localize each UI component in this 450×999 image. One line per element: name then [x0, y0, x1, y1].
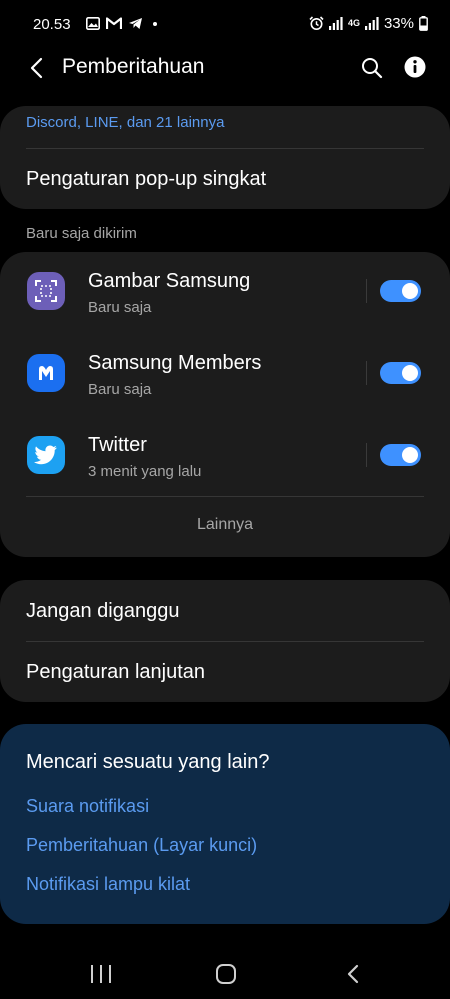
- app-bar: Pemberitahuan: [0, 50, 450, 88]
- twitter-toggle[interactable]: [380, 444, 421, 466]
- gmail-icon: [106, 17, 122, 29]
- recents-button[interactable]: [91, 965, 111, 983]
- app-name: Samsung Members: [88, 352, 262, 374]
- divider: [26, 148, 424, 149]
- more-notifications-dot: [153, 21, 157, 26]
- app-time: Baru saja: [88, 381, 152, 398]
- popup-settings-item[interactable]: Pengaturan pop-up singkat: [26, 168, 266, 191]
- divider: [366, 279, 367, 303]
- advanced-settings-item[interactable]: Pengaturan lanjutan: [26, 661, 205, 684]
- divider: [26, 496, 424, 497]
- app-notifications-summary: Discord, LINE, dan 21 lainnya: [26, 114, 225, 131]
- recent-apps-card: Gambar Samsung Baru saja Samsung Members…: [0, 252, 450, 557]
- suggestions-title: Mencari sesuatu yang lain?: [26, 751, 270, 773]
- toggle-knob: [402, 283, 418, 299]
- search-button[interactable]: [358, 54, 386, 82]
- battery-icon: [419, 16, 428, 31]
- status-bar: 20.53 4G 33%: [0, 0, 450, 50]
- signal-icon-2: [364, 17, 379, 30]
- gallery-icon: [86, 17, 100, 30]
- notification-sound-link[interactable]: Suara notifikasi: [26, 796, 149, 817]
- search-icon: [362, 58, 383, 79]
- app-name: Twitter: [88, 434, 147, 456]
- nav-back-icon[interactable]: [344, 964, 362, 984]
- toggle-knob: [402, 447, 418, 463]
- recent-section-header: Baru saja dikirim: [26, 225, 137, 242]
- app-name: Gambar Samsung: [88, 270, 251, 292]
- app-notifications-card[interactable]: Discord, LINE, dan 21 lainnya Pengaturan…: [0, 106, 450, 209]
- toggle-knob: [402, 365, 418, 381]
- app-time: Baru saja: [88, 299, 152, 316]
- back-button[interactable]: [22, 54, 50, 82]
- status-time: 20.53: [33, 16, 71, 33]
- back-arrow-icon: [30, 57, 43, 79]
- info-icon: [404, 56, 426, 78]
- alarm-icon: [309, 16, 324, 30]
- notifications-settings-screen: 20.53 4G 33% Pemberitahuan Discord, LINE…: [0, 0, 450, 999]
- app-row-twitter[interactable]: Twitter 3 menit yang lalu: [0, 416, 450, 498]
- lock-screen-notifications-link[interactable]: Pemberitahuan (Layar kunci): [26, 835, 257, 856]
- page-title: Pemberitahuan: [62, 55, 205, 78]
- samsung-members-toggle[interactable]: [380, 362, 421, 384]
- signal-icon: [328, 17, 343, 30]
- twitter-bird-icon: [27, 436, 65, 474]
- gambar-samsung-toggle[interactable]: [380, 280, 421, 302]
- flash-notification-link[interactable]: Notifikasi lampu kilat: [26, 874, 190, 895]
- divider: [366, 361, 367, 385]
- divider: [26, 641, 424, 642]
- home-button[interactable]: [216, 964, 236, 984]
- divider: [366, 443, 367, 467]
- battery-percent: 33%: [383, 15, 414, 32]
- settings-card: Jangan diganggu Pengaturan lanjutan: [0, 580, 450, 702]
- navigation-bar: [0, 950, 450, 999]
- app-row-gambar-samsung[interactable]: Gambar Samsung Baru saja: [0, 252, 450, 334]
- app-row-samsung-members[interactable]: Samsung Members Baru saja: [0, 334, 450, 416]
- samsung-capture-icon: [27, 272, 65, 310]
- suggestions-card: Mencari sesuatu yang lain? Suara notifik…: [0, 724, 450, 924]
- telegram-icon: [129, 18, 142, 29]
- app-time: 3 menit yang lalu: [88, 463, 202, 480]
- network-type-label: 4G: [347, 18, 360, 28]
- info-button[interactable]: [402, 54, 428, 80]
- more-button[interactable]: Lainnya: [0, 516, 450, 534]
- do-not-disturb-item[interactable]: Jangan diganggu: [26, 600, 179, 623]
- samsung-members-icon: [27, 354, 65, 392]
